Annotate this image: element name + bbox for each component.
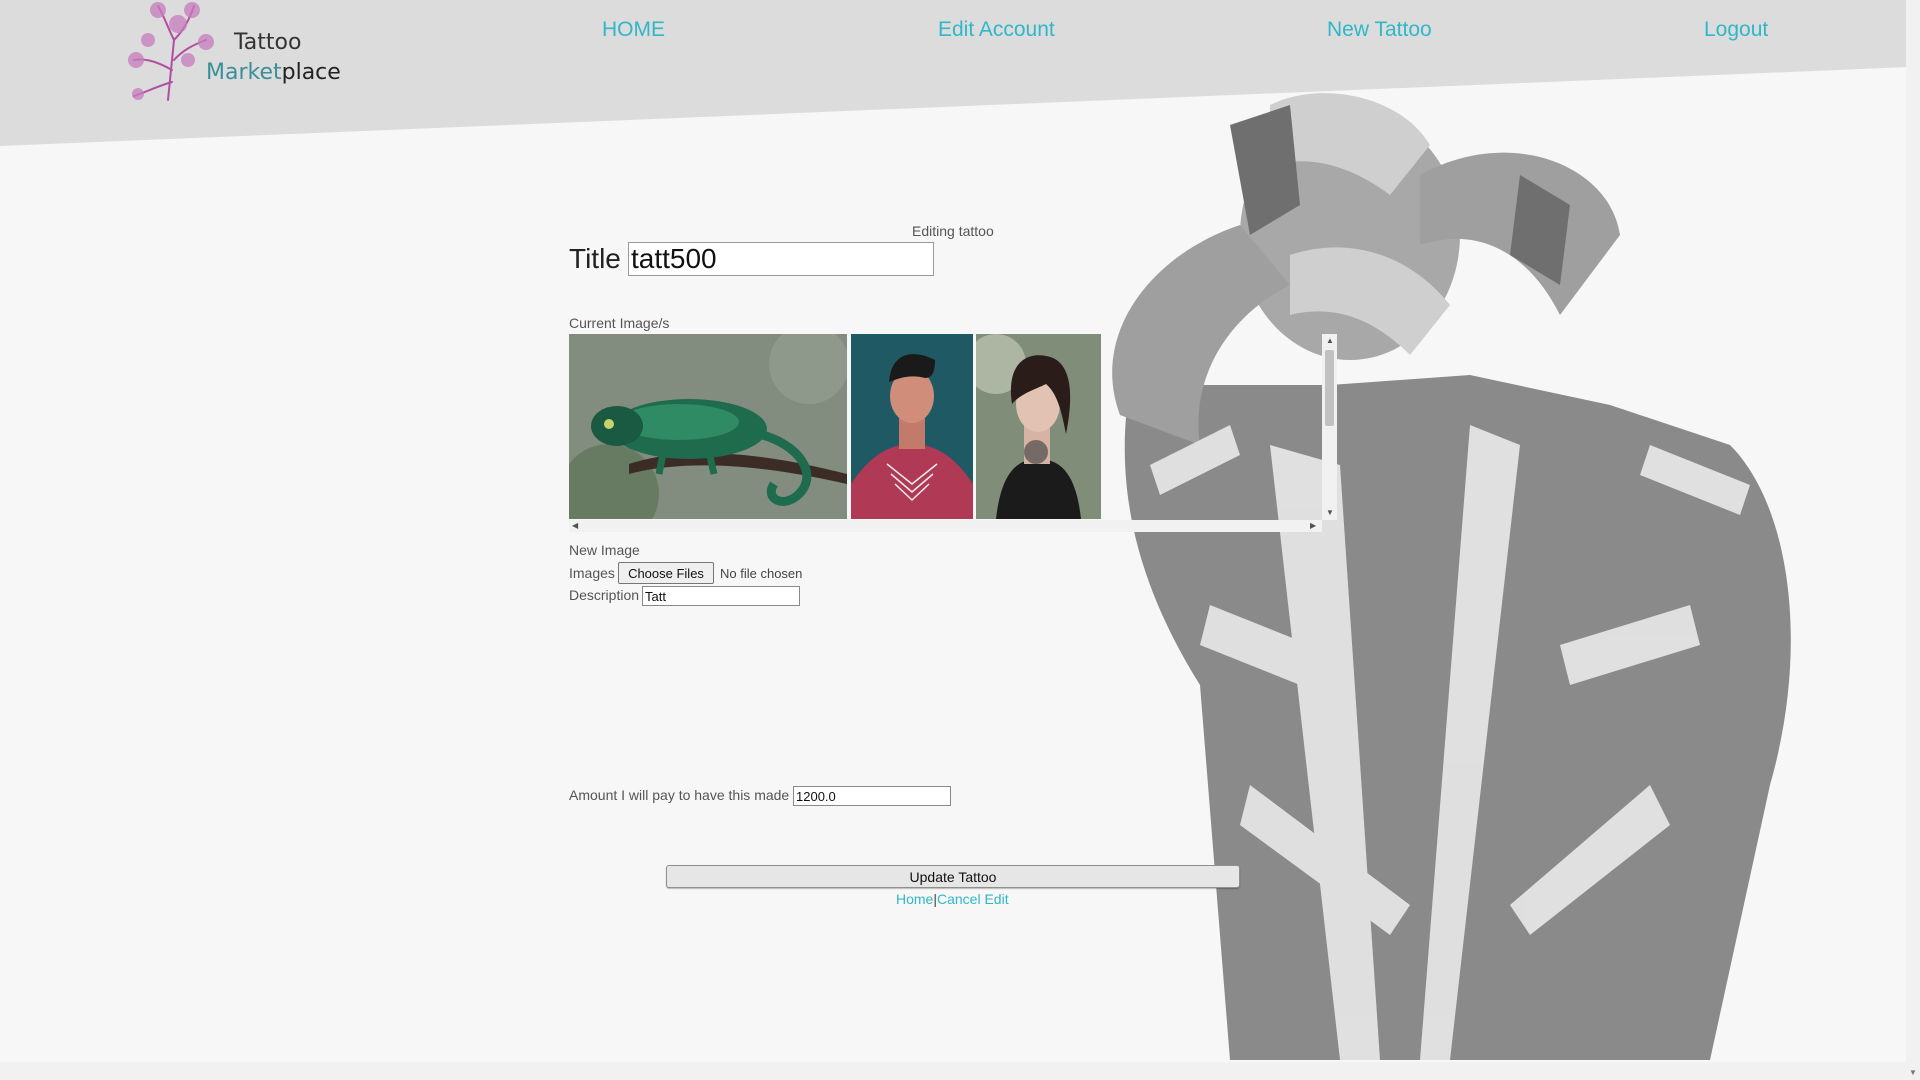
title-label: Title [569,243,621,274]
home-link[interactable]: Home [896,891,933,907]
nav-edit-account-link[interactable]: Edit Account [938,18,1055,42]
tattooed-woman-image [976,334,1101,519]
scroll-left-arrow-icon[interactable]: ◀ [572,522,578,530]
page-scrollbar[interactable] [1906,0,1920,1080]
page-scroll-down-icon[interactable]: ▼ [1909,1068,1917,1077]
current-images-label: Current Image/s [569,315,670,331]
description-input[interactable] [642,586,800,606]
current-images-gallery[interactable]: ▲ ▼ ◀ ▶ [569,334,1337,532]
choose-files-button[interactable]: Choose Files [618,562,714,584]
nav-home-link[interactable]: HOME [602,18,665,42]
amount-label: Amount I will pay to have this made [569,787,790,803]
logo-text-market: Market [206,60,282,85]
gallery-vertical-scrollbar[interactable]: ▲ ▼ [1322,334,1337,520]
amount-input[interactable] [793,786,951,806]
form-heading: Editing tattoo [912,223,994,239]
background-tattoo-figure [1112,93,1791,1060]
logo-text-place: place [281,60,341,85]
page: Tattoo Marketplace HOME Edit Account New… [0,0,1920,1080]
scroll-right-arrow-icon[interactable]: ▶ [1310,522,1316,530]
cancel-edit-link[interactable]: Cancel Edit [937,891,1009,907]
tattooed-man-image [851,334,973,519]
gallery-horizontal-scrollbar[interactable]: ◀ ▶ [569,520,1322,532]
nav-new-tattoo-link[interactable]: New Tattoo [1327,18,1432,42]
nav-logout-link[interactable]: Logout [1704,18,1768,42]
page-bottom-strip [0,1062,1906,1080]
bottom-links: Home|Cancel Edit [896,891,1009,907]
images-label: Images [569,565,615,581]
scroll-up-arrow-icon[interactable]: ▲ [1326,337,1334,345]
gallery-vertical-scroll-thumb[interactable] [1325,350,1334,426]
tree-logo-icon [128,2,214,101]
logo-text-tattoo: Tattoo [234,30,302,55]
title-input[interactable] [628,242,934,276]
description-label: Description [569,587,640,603]
no-file-chosen-text: No file chosen [720,566,803,581]
chameleon-image [569,334,847,519]
scroll-down-arrow-icon[interactable]: ▼ [1326,509,1334,517]
new-image-label: New Image [569,542,640,558]
site-logo[interactable]: Tattoo Marketplace [128,0,341,104]
logo-text-marketplace: Marketplace [206,60,341,85]
update-tattoo-button[interactable]: Update Tattoo [666,865,1240,888]
